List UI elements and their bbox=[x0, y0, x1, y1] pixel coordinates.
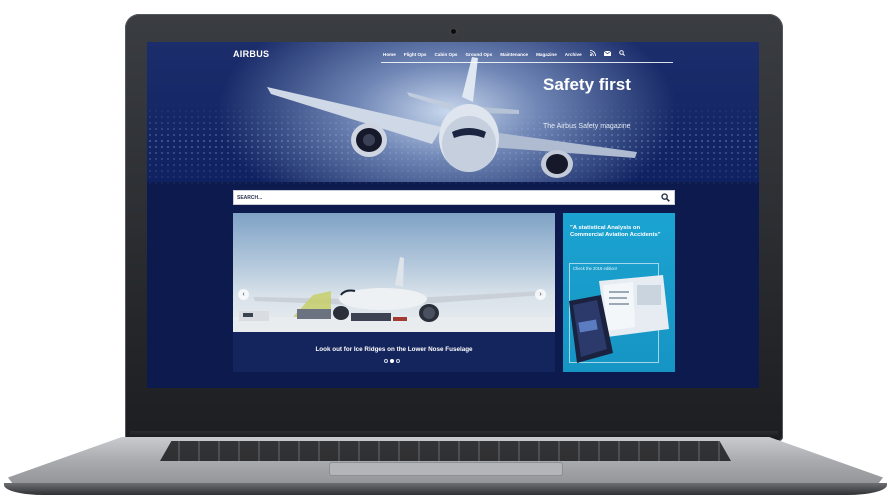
nav-maintenance[interactable]: Maintenance bbox=[500, 52, 528, 57]
promo-title: "A statistical Analysis on Commercial Av… bbox=[570, 225, 661, 238]
hero-title: Safety first bbox=[543, 75, 631, 94]
brochure-image bbox=[569, 275, 669, 363]
nav-archive[interactable]: Archive bbox=[565, 52, 582, 57]
nav-magazine[interactable]: Magazine bbox=[536, 52, 557, 57]
carousel-slide-image[interactable] bbox=[233, 213, 555, 332]
webcam bbox=[451, 29, 456, 34]
trackpad bbox=[330, 463, 562, 475]
nav-home[interactable]: Home bbox=[383, 52, 396, 57]
laptop-screen: AIRBUS Home Flight Ops Cabin Ops Ground … bbox=[147, 42, 759, 388]
search-bar bbox=[233, 190, 675, 205]
nav-flight-ops[interactable]: Flight Ops bbox=[404, 52, 427, 57]
search-input[interactable] bbox=[237, 192, 657, 203]
carousel-indicators bbox=[384, 359, 400, 363]
laptop-base-edge bbox=[4, 483, 887, 495]
airbus-logo[interactable]: AIRBUS bbox=[233, 49, 269, 59]
airplane-on-tarmac-image bbox=[233, 257, 555, 332]
nav-underline bbox=[381, 62, 673, 63]
news-carousel[interactable]: ‹ › Look out for Ice Ridges on the Lower… bbox=[233, 213, 555, 372]
keyboard bbox=[160, 441, 731, 461]
nav-cabin-ops[interactable]: Cabin Ops bbox=[434, 52, 457, 57]
rss-icon[interactable] bbox=[589, 50, 596, 58]
promo-panel[interactable]: "A statistical Analysis on Commercial Av… bbox=[563, 213, 675, 372]
carousel-dot-2[interactable] bbox=[390, 359, 394, 363]
carousel-dot-1[interactable] bbox=[384, 359, 388, 363]
hero-banner: AIRBUS Home Flight Ops Cabin Ops Ground … bbox=[147, 42, 759, 192]
search-icon[interactable] bbox=[618, 50, 625, 58]
nav-ground-ops[interactable]: Ground Ops bbox=[465, 52, 492, 57]
hero-subtitle: The Airbus Safety magazine bbox=[543, 123, 631, 130]
mail-icon[interactable] bbox=[603, 50, 611, 58]
carousel-caption[interactable]: Look out for Ice Ridges on the Lower Nos… bbox=[233, 346, 555, 353]
carousel-dot-3[interactable] bbox=[396, 359, 400, 363]
main-nav: Home Flight Ops Cabin Ops Ground Ops Mai… bbox=[383, 50, 625, 58]
airplane-hero-image bbox=[267, 57, 637, 178]
carousel-prev-arrow-icon[interactable]: ‹ bbox=[238, 289, 249, 300]
carousel-next-arrow-icon[interactable]: › bbox=[535, 289, 546, 300]
search-icon[interactable] bbox=[661, 193, 670, 202]
